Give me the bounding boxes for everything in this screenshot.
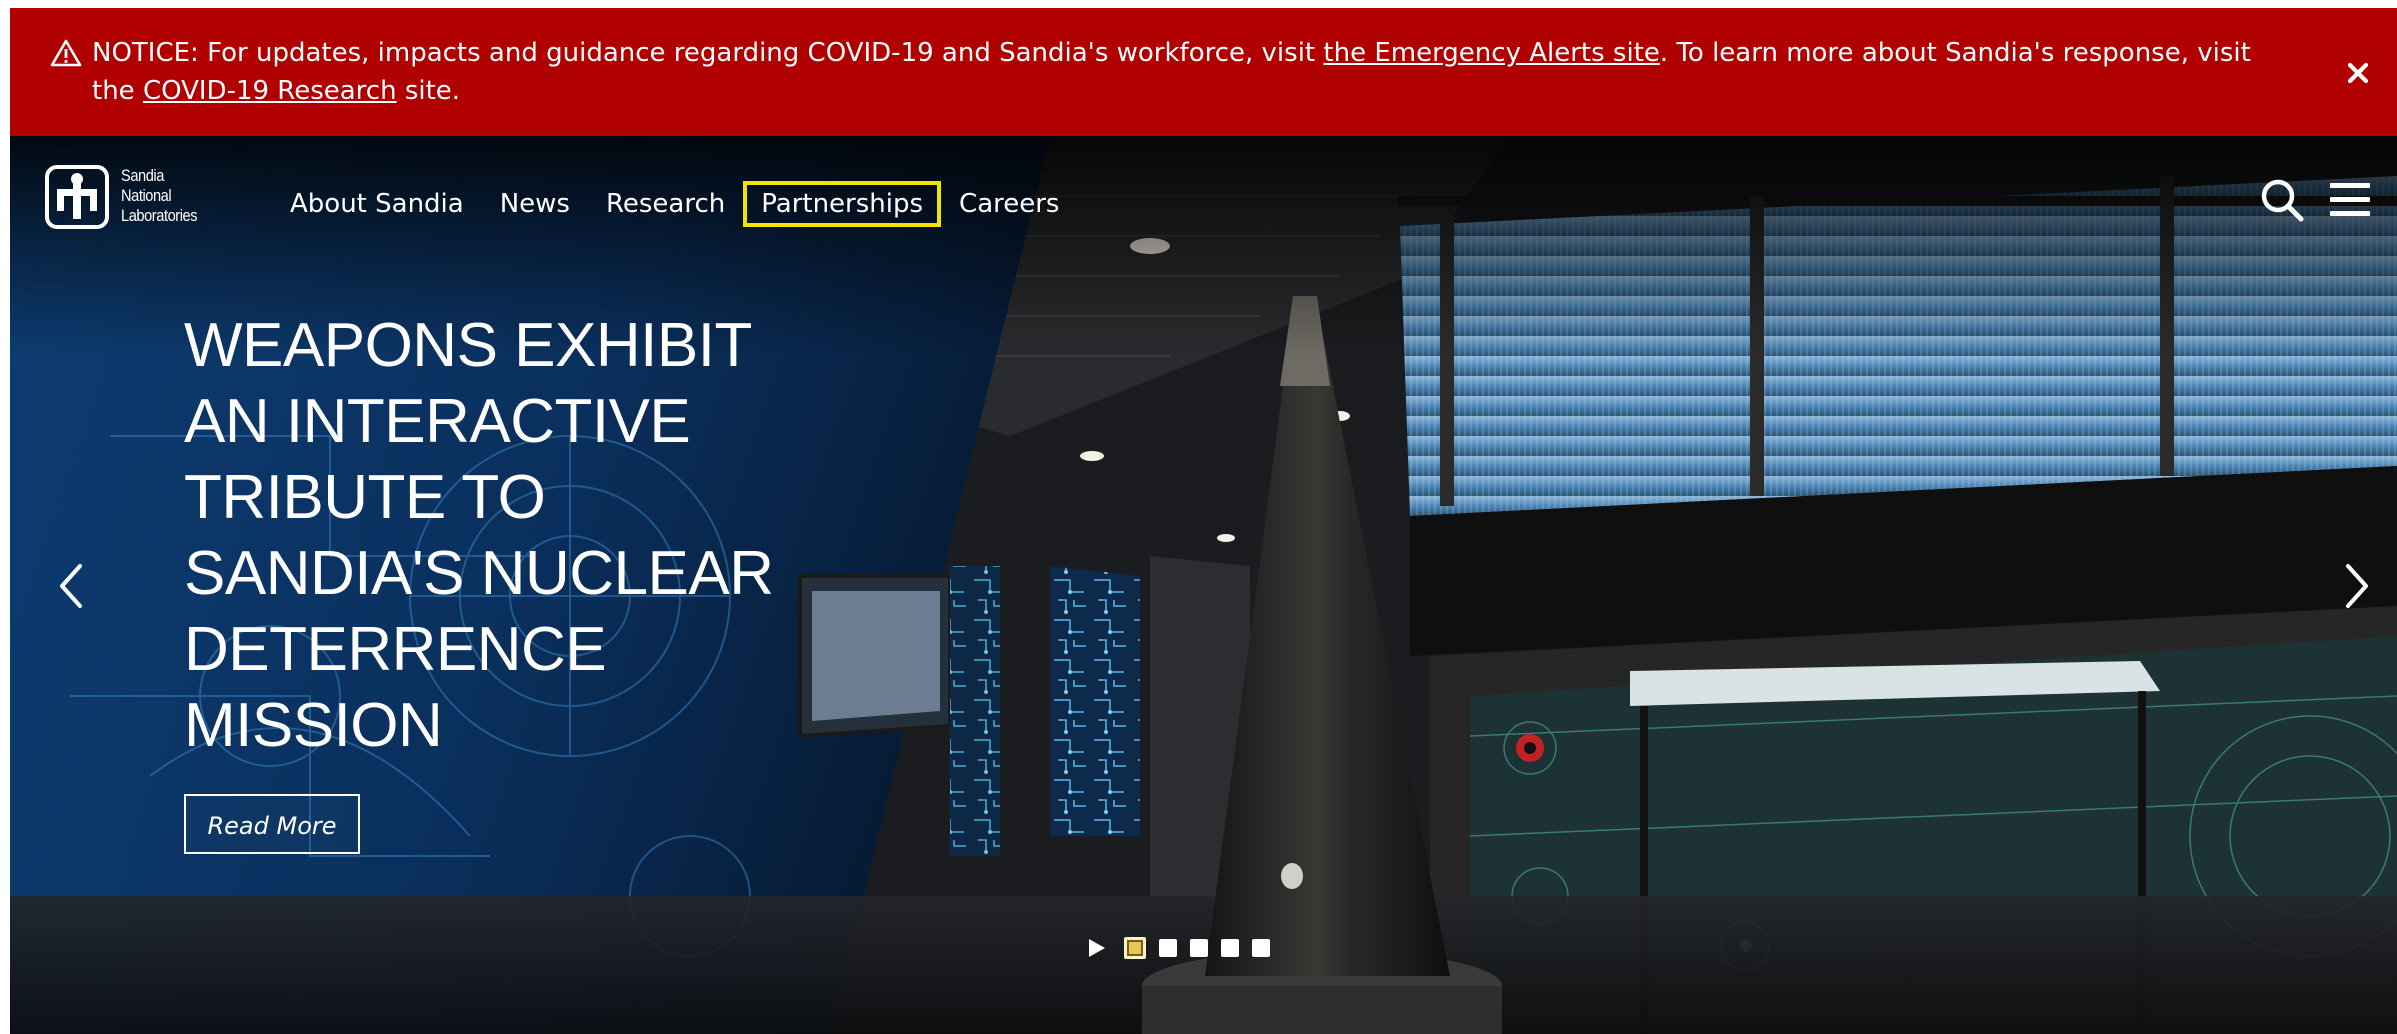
headline-line: MISSION: [184, 691, 443, 760]
logo-line-2: National: [121, 186, 172, 205]
headline-line: AN INTERACTIVE: [184, 387, 691, 456]
play-icon[interactable]: [1084, 936, 1108, 960]
search-icon[interactable]: [2258, 176, 2306, 224]
chevron-left-icon[interactable]: [54, 556, 88, 616]
nav-news[interactable]: News: [482, 181, 588, 227]
carousel-dot[interactable]: [1221, 939, 1239, 957]
headline-line: DETERRENCE: [184, 615, 607, 684]
headline-line: WEAPONS EXHIBIT: [184, 311, 752, 380]
carousel-dot[interactable]: [1190, 939, 1208, 957]
logo-line-3: Laboratories: [121, 206, 198, 225]
covid-notice-banner: NOTICE: For updates, impacts and guidanc…: [10, 8, 2397, 136]
emergency-alerts-link[interactable]: the Emergency Alerts site: [1323, 38, 1660, 68]
close-icon[interactable]: [2341, 56, 2375, 90]
main-nav: About Sandia News Research Partnerships …: [272, 179, 1077, 229]
logo-wordmark: Sandia National Laboratories: [121, 166, 198, 226]
carousel-dot[interactable]: [1159, 939, 1177, 957]
covid-research-link[interactable]: COVID-19 Research: [143, 76, 397, 106]
headline-line: TRIBUTE TO: [184, 463, 546, 532]
nav-research[interactable]: Research: [588, 181, 743, 227]
read-more-button[interactable]: Read More: [184, 794, 360, 854]
hero-carousel: Sandia National Laboratories About Sandi…: [10, 136, 2397, 1034]
carousel-dot[interactable]: [1124, 937, 1146, 959]
chevron-right-icon[interactable]: [2340, 556, 2374, 616]
nav-about-sandia[interactable]: About Sandia: [272, 181, 482, 227]
carousel-dot[interactable]: [1252, 939, 1270, 957]
notice-text: NOTICE: For updates, impacts and guidanc…: [92, 34, 2272, 110]
slide-headline: WEAPONS EXHIBIT AN INTERACTIVE TRIBUTE T…: [184, 308, 824, 764]
headline-line: SANDIA'S NUCLEAR: [184, 539, 774, 608]
sandia-logo[interactable]: Sandia National Laboratories: [45, 162, 235, 232]
notice-prefix: NOTICE: For updates, impacts and guidanc…: [92, 38, 1324, 68]
logo-line-1: Sandia: [121, 166, 164, 185]
nav-partnerships[interactable]: Partnerships: [743, 181, 942, 227]
hamburger-icon[interactable]: [2328, 180, 2372, 220]
warning-icon: [50, 39, 82, 67]
thunderbird-logo-icon: [45, 165, 109, 229]
browser-viewport: NOTICE: For updates, impacts and guidanc…: [10, 8, 2397, 1034]
carousel-controls: [1084, 936, 1283, 960]
nav-careers[interactable]: Careers: [941, 181, 1077, 227]
notice-suffix: site.: [396, 76, 461, 106]
